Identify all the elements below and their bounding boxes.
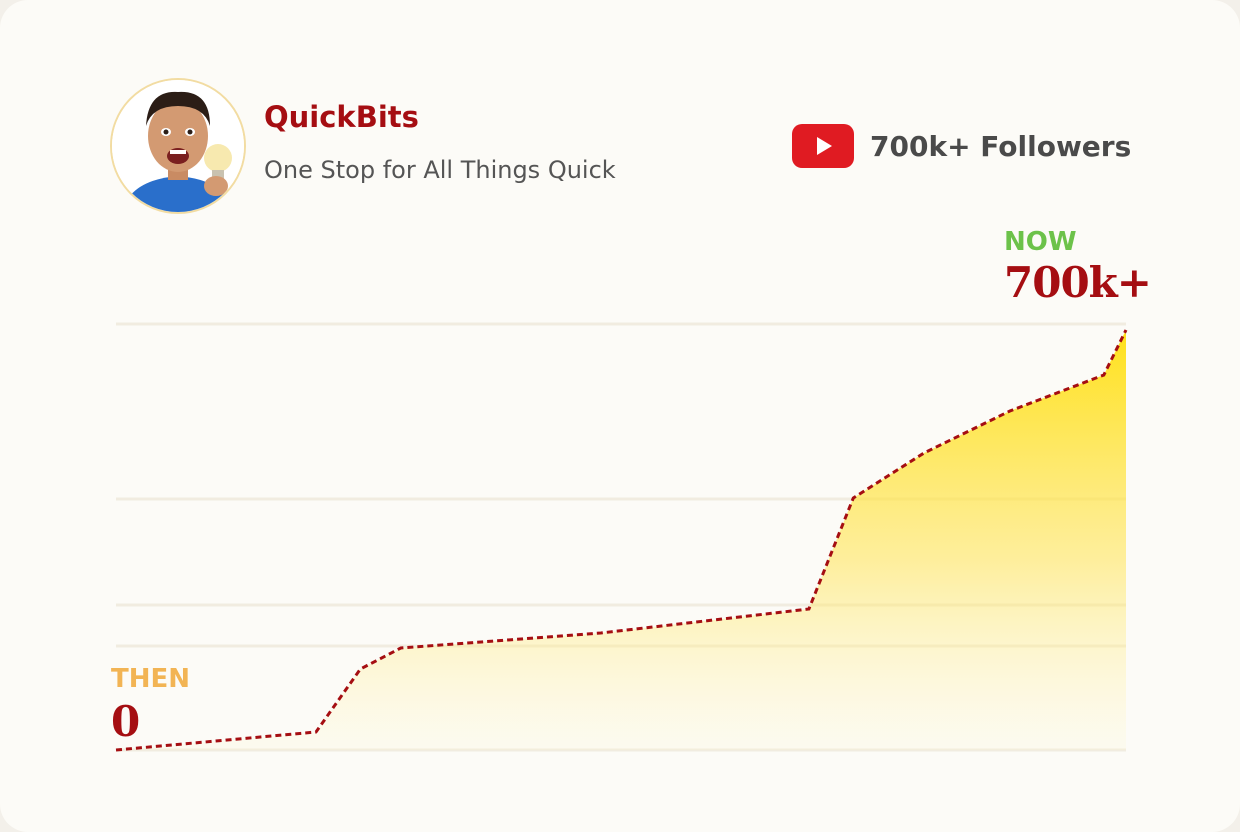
- growth-area: [116, 330, 1126, 750]
- growth-chart: [115, 322, 1128, 752]
- then-label: THEN: [111, 664, 191, 694]
- now-value: 700k+: [1004, 258, 1152, 307]
- then-value: 0: [111, 697, 141, 746]
- growth-card: QuickBits One Stop for All Things Quick …: [0, 0, 1240, 832]
- now-label: NOW: [1004, 227, 1077, 257]
